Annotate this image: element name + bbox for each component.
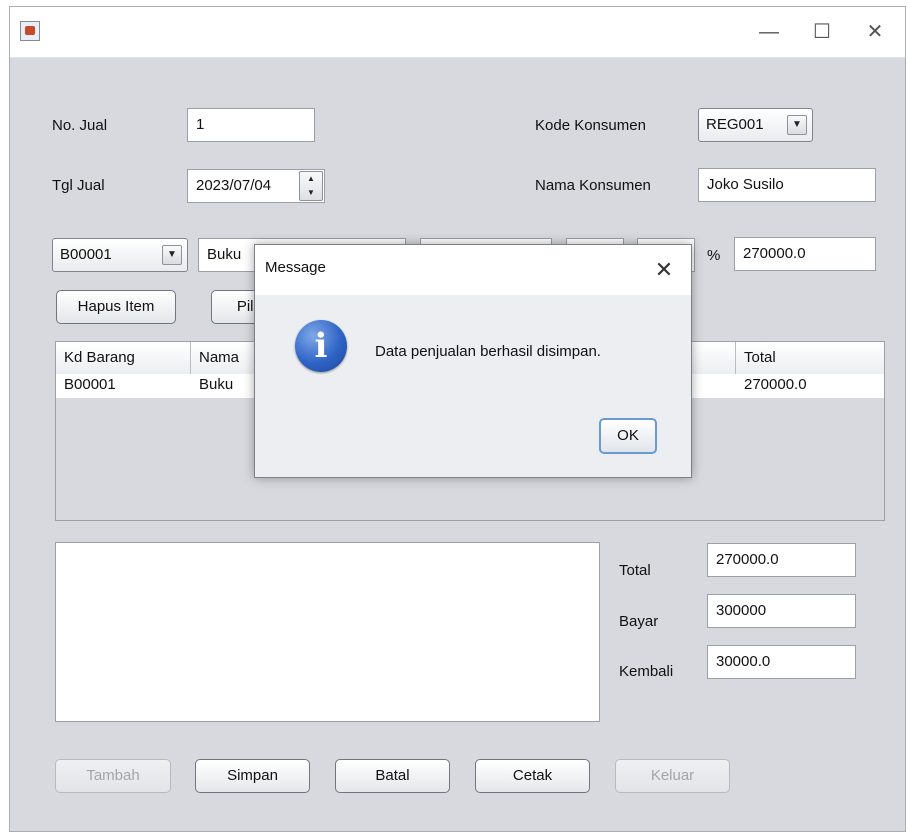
total-label: Total (619, 562, 651, 579)
maximize-button[interactable]: ☐ (800, 15, 844, 49)
cetak-button[interactable]: Cetak (475, 759, 590, 793)
main-window: — ☐ ✕ No. Jual 1 Tgl Jual 2023/07/04 ▲ ▼… (9, 6, 906, 832)
notes-textarea[interactable] (55, 542, 600, 722)
no-jual-field[interactable]: 1 (187, 108, 315, 142)
hapus-item-button[interactable]: Hapus Item (56, 290, 176, 324)
dialog-title: Message (265, 259, 326, 276)
date-spinner[interactable]: ▲ ▼ (299, 171, 323, 201)
title-bar[interactable]: — ☐ ✕ (10, 7, 905, 58)
bayar-field[interactable]: 300000 (707, 594, 856, 628)
dropdown-arrow-icon[interactable]: ▼ (787, 115, 807, 135)
dialog-message: Data penjualan berhasil disimpan. (375, 343, 601, 360)
dialog-title-bar[interactable]: Message ✕ (255, 245, 691, 295)
cell-kd-barang: B00001 (64, 376, 116, 393)
message-dialog: Message ✕ i Data penjualan berhasil disi… (254, 244, 692, 478)
batal-button[interactable]: Batal (335, 759, 450, 793)
info-icon: i (295, 320, 347, 372)
tgl-jual-label: Tgl Jual (52, 177, 105, 194)
spinner-up-icon[interactable]: ▲ (300, 172, 322, 186)
kode-barang-value: B00001 (60, 246, 112, 263)
spinner-down-icon[interactable]: ▼ (300, 186, 322, 200)
percent-label: % (707, 247, 721, 264)
kode-konsumen-label: Kode Konsumen (535, 117, 646, 134)
ok-button[interactable]: OK (599, 418, 657, 454)
kode-konsumen-combo[interactable]: REG001 ▼ (698, 108, 813, 142)
tambah-button[interactable]: Tambah (55, 759, 171, 793)
minimize-button[interactable]: — (747, 15, 791, 49)
subtotal-field[interactable]: 270000.0 (734, 237, 876, 271)
dropdown-arrow-icon[interactable]: ▼ (162, 245, 182, 265)
dialog-close-icon[interactable]: ✕ (647, 253, 681, 287)
keluar-button[interactable]: Keluar (615, 759, 730, 793)
bayar-label: Bayar (619, 613, 659, 630)
close-button[interactable]: ✕ (853, 15, 897, 49)
cell-total: 270000.0 (744, 376, 807, 393)
kembali-label: Kembali (619, 663, 674, 680)
kode-konsumen-value: REG001 (706, 116, 764, 133)
java-app-icon (20, 21, 40, 41)
kembali-field[interactable]: 30000.0 (707, 645, 856, 679)
nama-konsumen-field[interactable]: Joko Susilo (698, 168, 876, 202)
column-header-kd-barang[interactable]: Kd Barang (56, 342, 191, 374)
column-header-total[interactable]: Total (736, 342, 884, 374)
simpan-button[interactable]: Simpan (195, 759, 310, 793)
total-field[interactable]: 270000.0 (707, 543, 856, 577)
no-jual-label: No. Jual (52, 117, 108, 134)
kode-barang-combo[interactable]: B00001 ▼ (52, 238, 188, 272)
nama-konsumen-label: Nama Konsumen (535, 177, 651, 194)
